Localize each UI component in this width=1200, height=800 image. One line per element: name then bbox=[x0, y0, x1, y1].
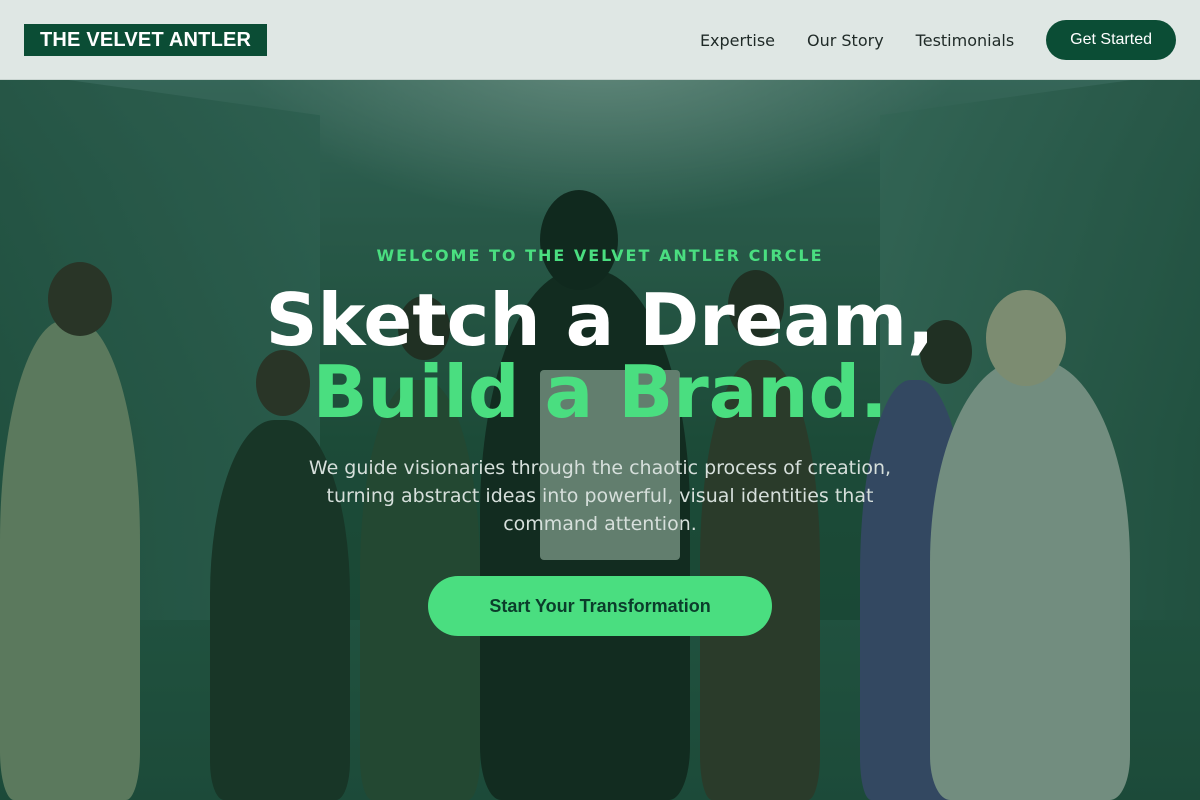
start-transformation-button[interactable]: Start Your Transformation bbox=[428, 576, 772, 636]
hero-section: WELCOME TO THE VELVET ANTLER CIRCLE Sket… bbox=[0, 80, 1200, 800]
get-started-button[interactable]: Get Started bbox=[1046, 20, 1176, 60]
hero-eyebrow: WELCOME TO THE VELVET ANTLER CIRCLE bbox=[376, 246, 824, 265]
brand-logo[interactable]: THE VELVET ANTLER bbox=[24, 24, 268, 56]
hero-title-line2: Build a Brand. bbox=[312, 350, 888, 434]
nav-link-expertise[interactable]: Expertise bbox=[700, 31, 775, 50]
main-nav: Expertise Our Story Testimonials Get Sta… bbox=[700, 20, 1176, 60]
nav-link-our-story[interactable]: Our Story bbox=[807, 31, 884, 50]
hero-title-line1: Sketch a Dream, bbox=[265, 278, 935, 362]
site-header: THE VELVET ANTLER Expertise Our Story Te… bbox=[0, 0, 1200, 80]
nav-link-testimonials[interactable]: Testimonials bbox=[916, 31, 1015, 50]
hero-subtitle: We guide visionaries through the chaotic… bbox=[308, 457, 892, 535]
